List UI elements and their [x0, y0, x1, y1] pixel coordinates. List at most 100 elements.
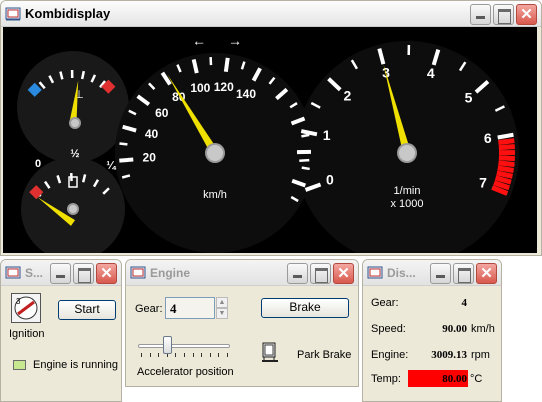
ignition-key-icon: 3	[14, 296, 38, 320]
cluster-canvas: ←→20406080100120140km/h012345671/minx 10…	[17, 33, 519, 255]
rpm-unit-multiplier: x 1000	[390, 198, 423, 210]
speed-tick-label: 60	[155, 106, 169, 120]
minimize-icon	[431, 264, 450, 283]
display-temp-unit: °C	[470, 373, 483, 385]
engine-status-led	[13, 360, 26, 370]
rpm-tick-label: 4	[427, 65, 435, 81]
display-speed-unit: km/h	[471, 323, 495, 335]
engine-status-text: Engine is running	[33, 359, 119, 371]
start-window: S... ✕ 3 Ignition Start Engine is runnin…	[0, 259, 122, 402]
slider-thumb[interactable]	[162, 336, 172, 354]
maximize-icon	[311, 264, 330, 283]
fuel-label-half: ½	[70, 148, 79, 160]
brake-button[interactable]: Brake	[261, 298, 349, 318]
fuel-needle-hub-face	[69, 205, 77, 213]
slider-tick	[209, 353, 211, 357]
gear-up-button[interactable]: ▲	[216, 297, 228, 308]
slider-track	[138, 344, 230, 348]
start-titlebar[interactable]: S... ✕	[1, 260, 121, 286]
display-gear-label: Gear:	[371, 297, 399, 309]
slider-tick	[158, 353, 160, 357]
rpm-tick-label: 1	[323, 127, 331, 143]
maximize-icon	[494, 5, 513, 24]
close-icon: ✕	[337, 265, 350, 282]
display-temp-label: Temp:	[371, 373, 401, 385]
start-button[interactable]: Start	[58, 300, 116, 320]
app-icon	[367, 266, 383, 278]
close-icon: ✕	[480, 265, 493, 282]
accelerator-slider[interactable]	[138, 336, 230, 358]
close-button[interactable]: ✕	[476, 263, 497, 284]
engine-titlebar[interactable]: Engine ✕	[126, 260, 358, 286]
minimize-button[interactable]	[50, 263, 71, 284]
display-engine-label: Engine:	[371, 349, 409, 361]
minimize-button[interactable]	[470, 4, 491, 25]
display-engine-unit: rpm	[471, 349, 490, 361]
minimize-icon	[471, 5, 490, 24]
speed-needle-hub-face	[207, 145, 223, 161]
rpm-tick-label: 0	[326, 172, 334, 188]
speed-tick-label: 40	[145, 127, 159, 141]
close-button[interactable]: ✕	[96, 263, 117, 284]
speed-tick-label: 100	[190, 81, 210, 95]
ignition-label: Ignition	[9, 328, 45, 340]
minimize-icon	[51, 264, 70, 283]
app-icon	[5, 266, 21, 278]
park-brake-label: Park Brake	[297, 349, 352, 361]
close-button[interactable]: ✕	[516, 4, 537, 25]
rpm-tick-label: 7	[479, 174, 487, 190]
speed-tick	[223, 57, 230, 72]
window-title: Dis...	[387, 265, 416, 280]
speed-tick	[301, 166, 310, 171]
instrument-cluster: ←→20406080100120140km/h012345671/minx 10…	[3, 27, 537, 255]
speed-unit-label: km/h	[203, 189, 227, 201]
maximize-button[interactable]	[310, 263, 331, 284]
maximize-button[interactable]	[73, 263, 94, 284]
slider-tick	[184, 353, 185, 357]
display-engine-value: 3009.13	[431, 349, 467, 361]
turn-signal-left-icon: ←	[192, 33, 206, 49]
display-speed-label: Speed:	[371, 323, 406, 335]
slider-tick	[201, 353, 203, 357]
gear-label: Gear:	[135, 303, 163, 315]
engine-window: Engine ✕ Gear: 4 ▲ ▼ Brake Accelerator p…	[125, 259, 359, 387]
rpm-tick-label: 2	[344, 87, 352, 103]
slider-tick	[218, 353, 220, 357]
slider-tick	[149, 353, 151, 357]
rpm-tick-label: 3	[382, 64, 390, 80]
park-brake-icon[interactable]	[261, 342, 279, 364]
window-title: Engine	[150, 265, 191, 280]
display-window: Dis... ✕ Gear: 4 Speed: 90.00 km/h Engin…	[362, 259, 502, 402]
redzone-tick	[497, 165, 514, 173]
gear-down-button[interactable]: ▼	[216, 308, 228, 319]
rpm-unit-label: 1/min	[394, 185, 421, 197]
ignition-key[interactable]: 3	[11, 293, 41, 323]
gear-spinner[interactable]: 4	[165, 297, 215, 319]
window-title: S...	[25, 265, 44, 280]
turn-signal-right-icon: →	[228, 33, 242, 49]
speed-tick-label: 140	[236, 87, 256, 101]
maximize-icon	[74, 264, 93, 283]
fuel-label-full: ¼	[106, 160, 116, 172]
minimize-button[interactable]	[430, 263, 451, 284]
slider-tick	[192, 353, 194, 357]
speed-tick	[301, 133, 310, 138]
close-icon: ✕	[520, 6, 533, 23]
speed-tick-label: 120	[214, 80, 234, 94]
maximize-button[interactable]	[453, 263, 474, 284]
app-icon	[5, 7, 21, 20]
window-title: Kombidisplay	[25, 6, 111, 21]
redzone-tick	[496, 170, 513, 179]
speed-tick	[119, 157, 134, 163]
display-speed-value: 90.00	[442, 323, 467, 335]
minimize-icon	[288, 264, 307, 283]
redzone-tick	[498, 144, 515, 151]
display-titlebar[interactable]: Dis... ✕	[363, 260, 501, 286]
main-titlebar[interactable]: Kombidisplay ✕	[1, 1, 541, 27]
speed-tick-label: 20	[143, 150, 157, 164]
close-button[interactable]: ✕	[333, 263, 354, 284]
temp-needle-hub-face	[71, 119, 79, 127]
kombidisplay-window: Kombidisplay ✕ ← → 20 40 60 80 100 120 140 km/h 0 1…	[0, 0, 542, 256]
maximize-button[interactable]	[493, 4, 514, 25]
minimize-button[interactable]	[287, 263, 308, 284]
